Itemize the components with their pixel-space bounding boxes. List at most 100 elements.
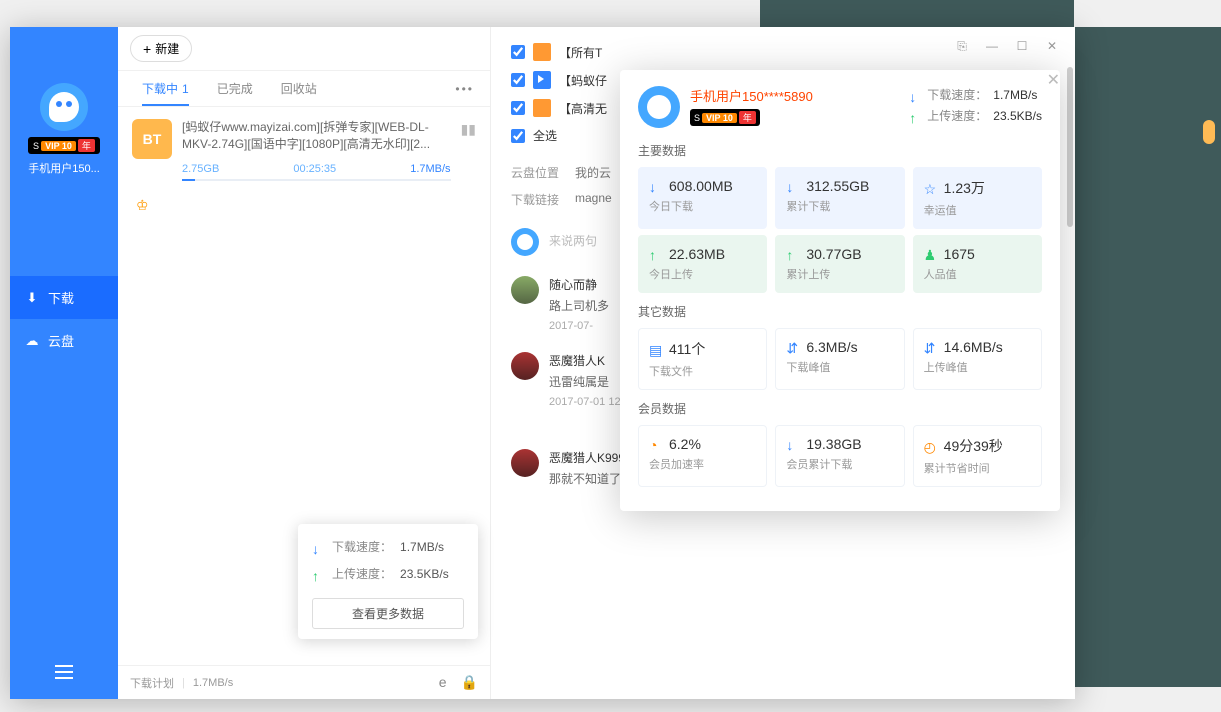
vip-badge: S VIP 10 年 xyxy=(690,109,760,126)
download-meta: 2.75GB 00:25:35 1.7MB/s xyxy=(182,163,451,175)
stat-value: 411个 xyxy=(669,339,705,359)
select-all-label: 全选 xyxy=(533,127,557,144)
zip-icon xyxy=(533,99,551,117)
stat-value: 30.77GB xyxy=(806,246,861,262)
vip-year: 年 xyxy=(739,111,756,124)
arrow-down-icon xyxy=(786,179,800,193)
avatar xyxy=(511,449,539,477)
stat-label: 下载峰值 xyxy=(786,359,893,375)
download-item[interactable]: BT [蚂蚁仔www.mayizai.com][拆弹专家][WEB-DL-MKV… xyxy=(118,107,490,193)
stat-card-total-dl: 312.55GB累计下载 xyxy=(775,167,904,229)
stat-label: 上传峰值 xyxy=(924,359,1031,375)
file-icon xyxy=(649,342,663,356)
badge-row: ♔ xyxy=(118,193,490,218)
comment-nick: 随心而静 xyxy=(549,276,609,293)
tab-done[interactable]: 已完成 xyxy=(203,80,267,97)
vip-s: S xyxy=(33,141,39,151)
panel-username: 手机用户150****5890 xyxy=(690,86,899,105)
stat-label: 会员累计下载 xyxy=(786,456,893,472)
ul-speed-value: 23.5KB/s xyxy=(993,109,1042,123)
stat-card-luck: 1.23万幸运值 xyxy=(913,167,1042,229)
comment-time: 2017-07- xyxy=(549,320,609,332)
cloud-icon: ☁ xyxy=(24,333,40,349)
stat-value: 6.2% xyxy=(669,436,701,452)
checkbox[interactable] xyxy=(511,129,525,143)
checkbox[interactable] xyxy=(511,101,525,115)
avatar-icon xyxy=(638,86,680,128)
panel-header: 手机用户150****5890 S VIP 10 年 下载速度：1.7MB/s … xyxy=(638,86,1042,128)
vip-level: VIP 10 xyxy=(41,141,76,151)
footer-plan[interactable]: 下载计划 xyxy=(130,675,174,691)
download-link-label: 下载链接 xyxy=(511,191,559,208)
task-label: 【蚂蚁仔 xyxy=(559,72,607,89)
profile-block[interactable]: S VIP 10 年 手机用户150... xyxy=(28,83,100,176)
vip-s: S xyxy=(694,113,700,123)
window-controls: ⎘ — ☐ ✕ xyxy=(955,39,1059,53)
close-panel-icon[interactable]: ✕ xyxy=(1047,70,1060,90)
sidebar-item-label: 下载 xyxy=(48,288,74,307)
sidebar-item-label: 云盘 xyxy=(48,331,74,350)
download-time: 00:25:35 xyxy=(293,163,336,175)
tab-label: 已完成 xyxy=(217,82,253,96)
vip-level: VIP 10 xyxy=(702,113,737,123)
stat-label: 会员加速率 xyxy=(649,456,756,472)
more-icon[interactable]: ••• xyxy=(455,82,474,96)
ul-speed-label: 上传速度： xyxy=(927,107,987,124)
download-size: 2.75GB xyxy=(182,163,219,175)
speed-label: 上传速度： xyxy=(332,565,392,582)
stat-label: 累计上传 xyxy=(786,266,893,282)
stat-card-vip-dl: 19.38GB会员累计下载 xyxy=(775,425,904,487)
arrow-up-icon xyxy=(909,110,921,122)
maximize-button[interactable]: ☐ xyxy=(1015,39,1029,53)
stat-card-time-saved: 49分39秒累计节省时间 xyxy=(913,425,1042,487)
minimize-button[interactable]: — xyxy=(985,39,999,53)
section-other-title: 其它数据 xyxy=(638,303,1042,320)
tab-downloading[interactable]: 下载中1 xyxy=(128,80,203,97)
zip-icon xyxy=(533,43,551,61)
gauge-icon xyxy=(649,437,663,451)
checkbox[interactable] xyxy=(511,45,525,59)
view-more-button[interactable]: 查看更多数据 xyxy=(312,598,464,629)
avatar xyxy=(511,276,539,304)
scrollbar[interactable] xyxy=(1067,67,1073,227)
hamburger-icon[interactable] xyxy=(55,671,73,673)
vip-badge: S VIP 10 年 xyxy=(28,137,100,154)
sidebar-nav: ⬇ 下载 ☁ 云盘 xyxy=(10,276,118,362)
ie-icon[interactable]: e xyxy=(439,674,447,691)
username-label: 手机用户150... xyxy=(28,160,100,176)
close-button[interactable]: ✕ xyxy=(1045,39,1059,53)
pause-icon[interactable]: ▮▮ xyxy=(461,121,476,138)
stat-value: 312.55GB xyxy=(806,178,869,194)
download-column: +新建 下载中1 已完成 回收站 ••• BT [蚂蚁仔www.mayizai.… xyxy=(118,27,491,699)
new-button[interactable]: +新建 xyxy=(130,35,192,62)
speed-label: 下载速度： xyxy=(332,538,392,555)
theme-icon[interactable]: ⎘ xyxy=(955,39,969,53)
background-top-strip xyxy=(760,0,1074,27)
stat-card-karma: 1675人品值 xyxy=(913,235,1042,293)
sidebar-item-download[interactable]: ⬇ 下载 xyxy=(10,276,118,319)
sidebar-item-cloud[interactable]: ☁ 云盘 xyxy=(10,319,118,362)
stat-label: 今日上传 xyxy=(649,266,756,282)
chart-icon xyxy=(924,340,938,354)
stat-value: 49分39秒 xyxy=(944,436,1003,456)
lock-icon[interactable]: 🔒 xyxy=(461,674,478,691)
stat-value: 1675 xyxy=(944,246,975,262)
speed-popup: 下载速度： 1.7MB/s 上传速度： 23.5KB/s 查看更多数据 xyxy=(298,524,478,639)
download-icon: ⬇ xyxy=(24,290,40,306)
speed-value: 23.5KB/s xyxy=(400,567,449,581)
stat-value: 22.63MB xyxy=(669,246,725,262)
avatar-icon xyxy=(511,228,539,256)
comment-text: 那就不知道了 xyxy=(549,470,625,487)
mid-footer: 下载计划 | 1.7MB/s e 🔒 xyxy=(118,665,490,699)
speed-row-download: 下载速度： 1.7MB/s xyxy=(312,538,464,555)
tab-trash[interactable]: 回收站 xyxy=(267,80,331,97)
chart-icon xyxy=(786,340,800,354)
plus-icon: + xyxy=(143,42,151,56)
scroll-indicator[interactable] xyxy=(1203,120,1215,144)
data-panel: ✕ 手机用户150****5890 S VIP 10 年 下载速度：1.7MB/… xyxy=(620,70,1060,511)
checkbox[interactable] xyxy=(511,73,525,87)
divider: | xyxy=(182,677,185,689)
sidebar: S VIP 10 年 手机用户150... ⬇ 下载 ☁ 云盘 xyxy=(10,27,118,699)
arrow-up-icon xyxy=(649,247,663,261)
task-label: 【所有T xyxy=(559,44,602,61)
